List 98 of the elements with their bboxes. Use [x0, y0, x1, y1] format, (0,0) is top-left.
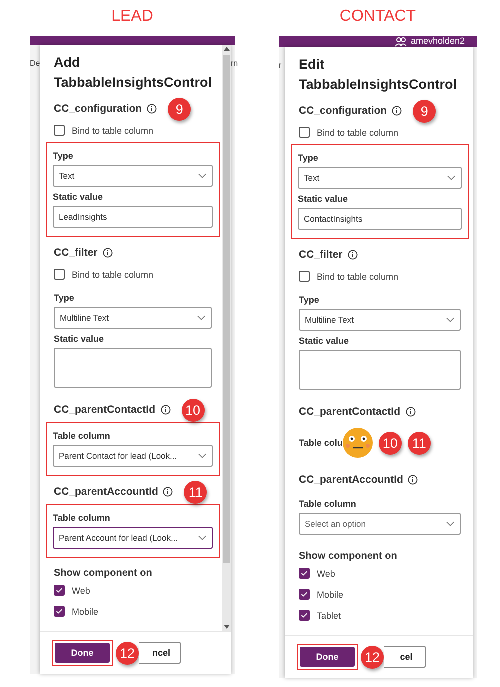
panel-title: TabbableInsightsControl [299, 76, 458, 94]
checkbox-label: Mobile [317, 590, 344, 600]
dropdown[interactable]: Select an option [299, 513, 461, 535]
section-title: CC_parentAccountId [299, 474, 404, 486]
info-icon[interactable] [348, 250, 358, 260]
checkbox[interactable] [299, 610, 310, 621]
checkbox-label: Bind to table column [317, 272, 399, 282]
info-icon[interactable] [406, 407, 416, 417]
dropdown[interactable]: Parent Account for lead (Look... [53, 527, 213, 549]
chevron-down-icon [197, 315, 206, 321]
cancel-button[interactable]: ncel [139, 642, 181, 664]
background-text: rn [231, 59, 239, 68]
step-badge: 12 [116, 642, 139, 664]
input-field[interactable]: LeadInsights [53, 206, 213, 228]
panel-caption: LEAD [110, 7, 154, 27]
info-icon[interactable] [392, 106, 402, 116]
field-label: Static value [53, 192, 104, 202]
checkbox[interactable] [299, 127, 310, 138]
section-title: CC_parentContactId [54, 404, 156, 416]
checkbox-label: Tablet [317, 610, 342, 620]
chevron-down-icon [446, 317, 455, 323]
background-text: De [30, 59, 40, 68]
field-label: Table colu [299, 438, 343, 448]
checkmark-icon [300, 590, 309, 599]
step-badge: 9 [168, 98, 192, 120]
scroll-down-icon[interactable] [224, 625, 230, 629]
checkbox-label: Web [317, 568, 336, 578]
checkbox[interactable] [299, 589, 310, 600]
chevron-down-icon [446, 521, 455, 527]
chevron-down-icon [447, 175, 456, 181]
info-icon[interactable] [160, 405, 171, 415]
checkbox[interactable] [299, 271, 310, 282]
scrollbar[interactable] [222, 45, 231, 631]
checkbox[interactable] [54, 606, 65, 617]
field-label: Static value [54, 334, 106, 344]
done-button[interactable]: Done [55, 643, 110, 663]
field-label: Table column [299, 499, 358, 509]
checkbox-label: Web [72, 586, 90, 596]
panel-title: Add [54, 54, 82, 72]
section-title: CC_configuration [54, 103, 142, 115]
dropdown[interactable]: Multiline Text [54, 307, 212, 329]
field-label: Type [299, 295, 320, 305]
section-title: Show component on [54, 568, 154, 579]
section-title: CC_parentContactId [299, 406, 401, 418]
input-field[interactable]: ContactInsights [298, 208, 462, 230]
dropdown[interactable]: Parent Contact for lead (Look... [53, 445, 213, 467]
checkmark-icon [55, 607, 64, 616]
chevron-down-icon [198, 453, 207, 459]
dropdown[interactable]: Text [53, 165, 213, 187]
info-icon[interactable] [147, 104, 158, 114]
info-icon[interactable] [163, 487, 174, 497]
checkbox-label: Bind to table column [317, 128, 399, 138]
section-title: CC_filter [299, 249, 343, 261]
step-badge: 10 [378, 432, 402, 454]
background-text: r [279, 61, 283, 70]
chevron-down-icon [198, 173, 207, 179]
dropdown[interactable]: Text [298, 167, 462, 189]
step-badge: 11 [184, 480, 208, 504]
step-badge: 9 [413, 100, 436, 122]
field-label: Table column [53, 513, 112, 523]
chevron-down-icon [198, 535, 207, 541]
step-badge: 10 [182, 398, 205, 422]
text-area[interactable] [299, 350, 461, 390]
text-area[interactable] [54, 348, 212, 388]
people-icon[interactable] [394, 36, 407, 46]
checkmark-icon [300, 569, 309, 578]
section-title: CC_configuration [299, 105, 388, 117]
checkbox-label: Bind to table column [72, 270, 154, 280]
step-badge: 11 [408, 432, 431, 454]
scroll-up-icon[interactable] [224, 47, 230, 51]
field-label: Type [298, 153, 320, 163]
dropdown[interactable]: Multiline Text [299, 309, 461, 331]
section-title: CC_filter [54, 247, 98, 259]
panel-caption: CONTACT [338, 7, 418, 27]
info-icon[interactable] [102, 248, 113, 258]
field-label: Static value [298, 194, 350, 204]
checkmark-icon [55, 586, 64, 595]
section-title: Show component on [299, 551, 398, 562]
checkbox[interactable] [299, 568, 310, 579]
section-title: CC_parentAccountId [54, 486, 158, 498]
cancel-button[interactable]: cel [384, 646, 426, 668]
field-label: Static value [299, 336, 350, 346]
info-icon[interactable] [408, 475, 418, 485]
step-badge: 12 [361, 646, 384, 668]
checkbox-label: Bind to table column [72, 126, 154, 136]
field-label: Table column [53, 431, 112, 441]
checkbox[interactable] [54, 585, 65, 596]
checkbox[interactable] [54, 269, 65, 280]
panel-title: TabbableInsightsControl [54, 74, 212, 92]
emoji-icon [342, 428, 373, 458]
done-button[interactable]: Done [300, 647, 355, 667]
field-label: Type [54, 293, 76, 303]
field-label: Type [53, 151, 74, 161]
checkbox[interactable] [54, 125, 65, 136]
checkmark-icon [300, 611, 309, 620]
checkbox-label: Mobile [72, 606, 99, 616]
user-name[interactable]: amevholden2 [410, 37, 465, 46]
panel-title: Edit [299, 56, 326, 74]
